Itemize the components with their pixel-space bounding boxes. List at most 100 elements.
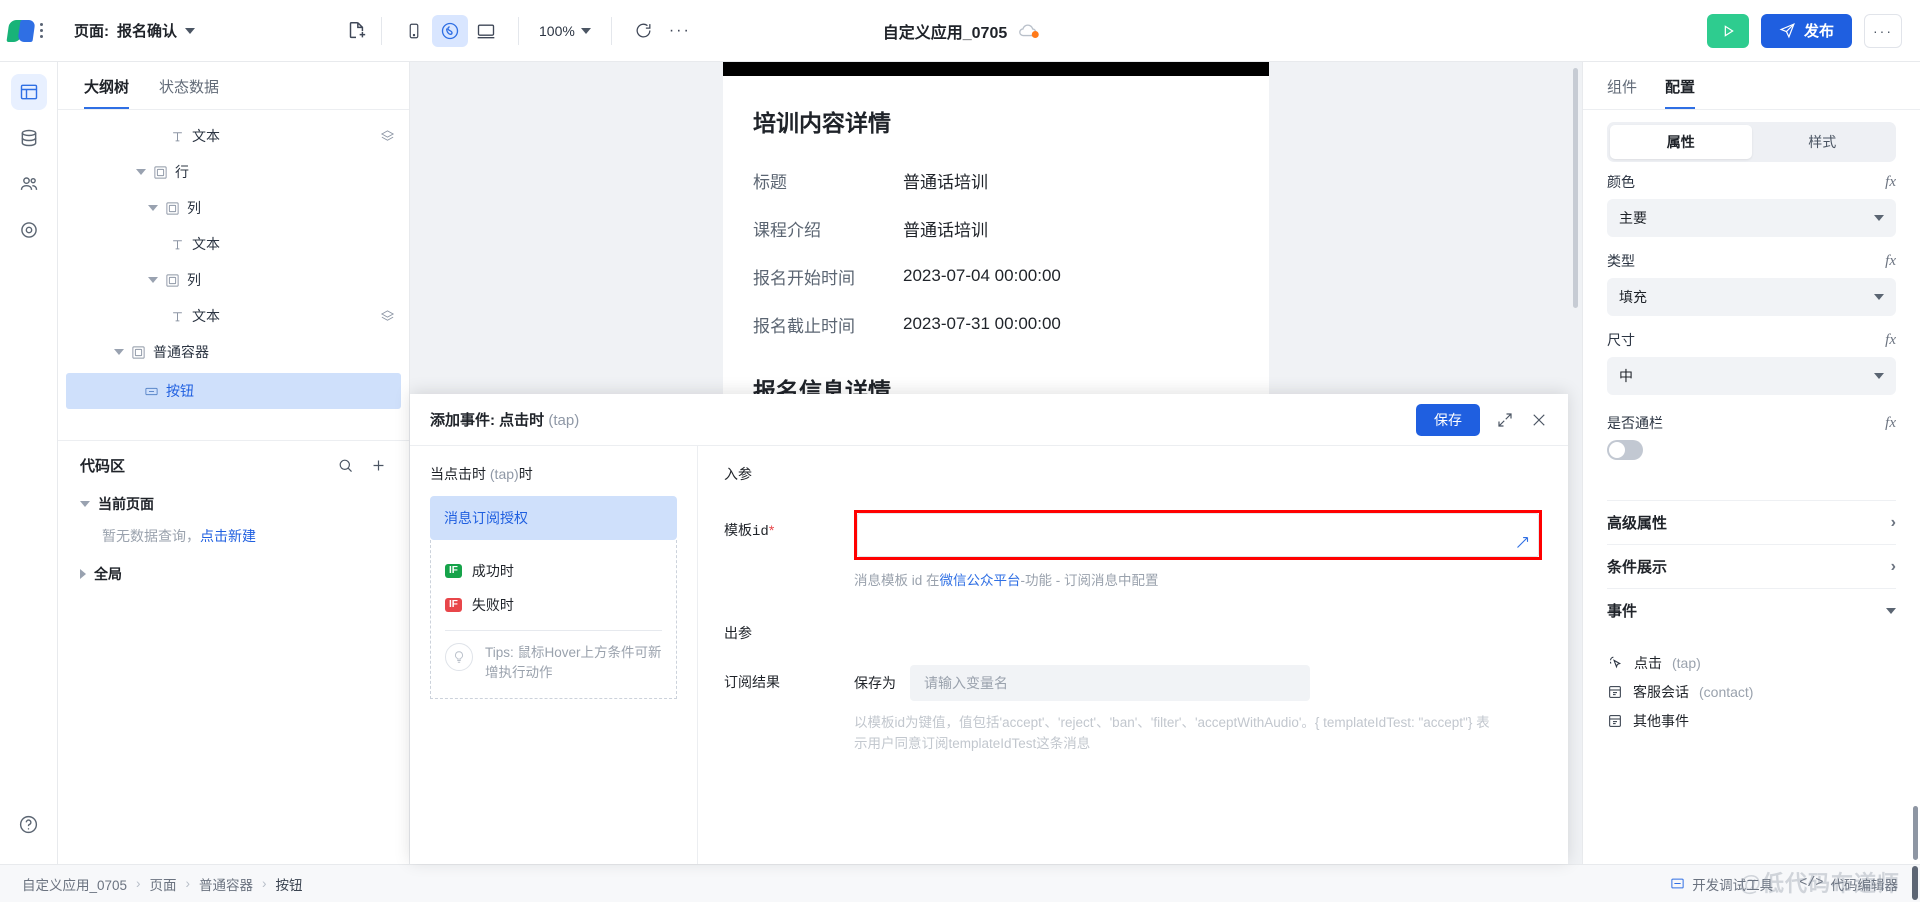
template-id-label: 模板id* (724, 510, 854, 540)
modal-title-event: 点击时 (499, 412, 545, 429)
page-selector[interactable]: 页面: 报名确认 (74, 20, 196, 41)
template-id-input[interactable] (857, 513, 1539, 557)
rail-item-users[interactable] (11, 166, 47, 202)
tree-node-container[interactable]: 普通容器 (58, 334, 409, 370)
layers-icon[interactable] (380, 129, 395, 144)
detail-row-key: 报名开始时间 (753, 268, 855, 288)
modal-save-button[interactable]: 保存 (1416, 403, 1480, 436)
event-item-other[interactable]: 其他事件 (1607, 706, 1896, 735)
zoom-level: 100% (539, 22, 575, 39)
fullwidth-toggle[interactable] (1607, 440, 1643, 460)
tab-components[interactable]: 组件 (1607, 76, 1637, 109)
vertical-scrollbar-thumb[interactable] (1912, 866, 1918, 900)
close-icon[interactable] (1530, 411, 1548, 429)
modal-right-pane: 入参 模板id* 消息模板 id 在微信公众平台-功能 - 订阅消息中配置 出参… (698, 446, 1568, 864)
phone-body: 培训内容详情 标题 普通话培训 课程介绍 普通话培训 报名开始时间 2023-0… (723, 76, 1269, 436)
formula-corner-icon[interactable] (1515, 535, 1530, 550)
color-select[interactable]: 主要 (1607, 199, 1896, 237)
zoom-selector[interactable]: 100% (533, 23, 597, 39)
breadcrumb-item-container[interactable]: 普通容器 (199, 874, 253, 894)
mini-program-icon[interactable] (432, 14, 469, 47)
branch-success[interactable]: IF 成功时 (445, 554, 662, 588)
plus-icon[interactable] (370, 457, 387, 474)
action-chip-subscribe[interactable]: 消息订阅授权 (430, 496, 677, 540)
app-logo[interactable] (0, 0, 58, 62)
accordion-events[interactable]: 事件 (1607, 588, 1896, 632)
segment-styles[interactable]: 样式 (1752, 125, 1894, 159)
new-document-icon[interactable] (345, 20, 367, 42)
save-as-input[interactable]: 请输入变量名 (910, 665, 1310, 701)
tab-config[interactable]: 配置 (1665, 76, 1696, 109)
expand-icon[interactable] (1496, 411, 1514, 429)
rail-item-database[interactable] (11, 120, 47, 156)
rail-item-help[interactable] (11, 806, 47, 842)
create-new-link[interactable]: 点击新建 (200, 528, 256, 544)
tree-node-row[interactable]: 行 (58, 154, 409, 190)
formula-icon[interactable]: fx (1885, 174, 1896, 191)
formula-icon[interactable]: fx (1885, 415, 1896, 432)
publish-button[interactable]: 发布 (1760, 13, 1852, 48)
type-select[interactable]: 填充 (1607, 278, 1896, 316)
refresh-icon[interactable] (626, 15, 662, 47)
text-icon (170, 309, 185, 324)
caret-down-icon[interactable] (114, 349, 124, 355)
branch-fail[interactable]: IF 失败时 (445, 588, 662, 622)
formula-icon[interactable]: fx (1885, 253, 1896, 270)
layers-icon[interactable] (380, 309, 395, 324)
detail-row-value: 普通话培训 (903, 172, 988, 192)
code-area-global[interactable]: 全局 (80, 564, 387, 584)
caret-right-icon[interactable] (80, 569, 86, 579)
formula-icon[interactable]: fx (1885, 332, 1896, 349)
tree-node-text-3[interactable]: 文本 (58, 298, 409, 334)
code-tag-icon: </> (1799, 876, 1824, 891)
run-preview-button[interactable] (1706, 13, 1749, 48)
app-title: 自定义应用_0705 (882, 24, 1008, 42)
breadcrumb-item-button[interactable]: 按钮 (276, 874, 303, 894)
code-area-title: 代码区 (80, 458, 126, 475)
tree-node-label: 按钮 (166, 383, 194, 399)
field-color-label: 颜色 (1607, 174, 1635, 190)
tab-outline-tree[interactable]: 大纲树 (84, 76, 130, 109)
code-area-empty: 暂无数据查询，点击新建 (102, 526, 387, 546)
breadcrumb-item-page[interactable]: 页面 (150, 874, 177, 894)
lightbulb-icon (445, 643, 473, 671)
rail-item-pages[interactable] (10, 74, 47, 110)
tree-node-col-2[interactable]: 列 (58, 262, 409, 298)
mobile-device-icon[interactable] (396, 15, 432, 47)
wechat-platform-link[interactable]: 微信公众平台 (940, 573, 1021, 588)
caret-down-icon[interactable] (80, 501, 90, 507)
desktop-device-icon[interactable] (468, 15, 504, 47)
code-area-section: 代码区 当前页面 暂无数据查询，点击新建 全局 (58, 440, 409, 864)
publish-label: 发布 (1803, 23, 1834, 40)
accordion-advanced[interactable]: 高级属性 › (1607, 500, 1896, 544)
devtools-button[interactable]: 开发调试工具 (1670, 874, 1773, 894)
toolbar-more-icon[interactable]: ··· (662, 15, 698, 47)
rail-item-settings[interactable] (11, 212, 47, 248)
top-more-button[interactable]: ··· (1864, 13, 1902, 48)
search-icon[interactable] (337, 457, 354, 474)
subscribe-result-hint: 以模板id为键值，值包括'accept'、'reject'、'ban'、'fil… (854, 715, 1490, 751)
caret-down-icon[interactable] (148, 277, 158, 283)
breadcrumb: 自定义应用_0705 › 页面 › 普通容器 › 按钮 (22, 874, 303, 894)
tree-node-text-1[interactable]: 文本 (58, 118, 409, 154)
tree-node-col-1[interactable]: 列 (58, 190, 409, 226)
code-area-current-page[interactable]: 当前页面 (80, 494, 387, 514)
code-editor-button[interactable]: </> 代码编辑器 (1799, 874, 1898, 894)
tab-state-data[interactable]: 状态数据 (159, 76, 219, 109)
breadcrumb-item-app[interactable]: 自定义应用_0705 (22, 874, 127, 894)
caret-down-icon[interactable] (148, 205, 158, 211)
event-item-contact[interactable]: 客服会话 (contact) (1607, 677, 1896, 706)
accordion-conditional[interactable]: 条件展示 › (1607, 544, 1896, 588)
field-type-label: 类型 (1607, 253, 1635, 269)
size-select[interactable]: 中 (1607, 357, 1896, 395)
detail-row-value: 普通话培训 (903, 220, 988, 240)
event-item-tap[interactable]: 点击 (tap) (1607, 648, 1896, 677)
tree-node-button[interactable]: 按钮 (66, 373, 401, 409)
template-id-field: 模板id* 消息模板 id 在微信公众平台-功能 - 订阅消息中配置 (724, 510, 1542, 589)
calendar-icon (1607, 684, 1623, 700)
right-panel-scrollbar[interactable] (1913, 806, 1918, 860)
segment-attributes[interactable]: 属性 (1610, 125, 1752, 159)
canvas-scrollbar[interactable] (1573, 68, 1578, 308)
caret-down-icon[interactable] (136, 169, 146, 175)
tree-node-text-2[interactable]: 文本 (58, 226, 409, 262)
